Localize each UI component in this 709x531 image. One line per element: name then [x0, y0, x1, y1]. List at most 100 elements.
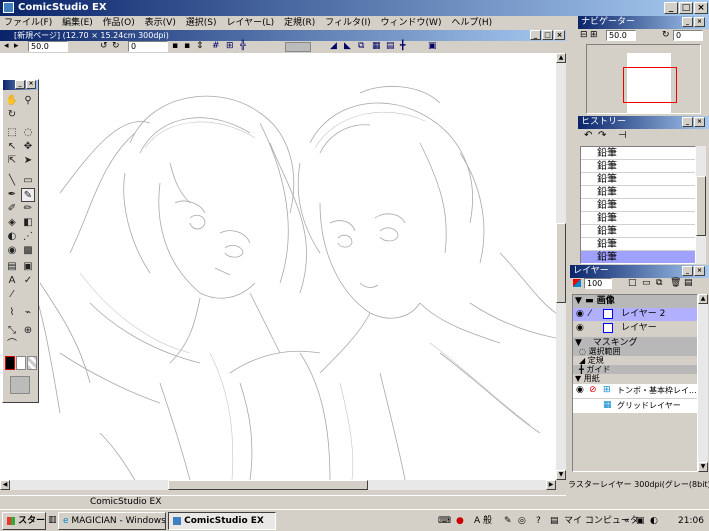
menu-work[interactable]: 作品(O) — [103, 18, 135, 28]
taskbar-item-magician[interactable]: e MAGICIAN - Windows In... — [58, 512, 166, 530]
snap-grid-icon[interactable]: ▦ — [372, 41, 381, 51]
history-item[interactable]: 鉛筆 — [581, 173, 695, 186]
scroll-right-button[interactable]: ▶ — [546, 480, 556, 490]
zoom-out-icon[interactable]: ◂ — [4, 41, 9, 51]
new-layer-icon[interactable]: □ — [628, 278, 637, 288]
blur-tool-icon[interactable]: ⋰ — [21, 230, 35, 244]
layer-row-grid[interactable]: ▦ グリッドレイヤー — [573, 399, 697, 413]
history-item[interactable]: 鉛筆 — [581, 225, 695, 238]
navigator-rotation-input[interactable]: 0 — [673, 30, 703, 41]
background-color-swatch[interactable] — [16, 356, 26, 370]
doc-close-button[interactable]: × — [554, 30, 565, 40]
ime-mode[interactable]: A 般 — [474, 513, 492, 529]
history-item[interactable]: 鉛筆 — [581, 199, 695, 212]
maximize-button[interactable]: □ — [679, 2, 693, 14]
layer-group-paper[interactable]: ▼ 用紙 — [573, 374, 697, 384]
ime-tools-icon[interactable]: ✎ — [504, 513, 512, 529]
scroll-up-button[interactable]: ▲ — [556, 53, 566, 63]
grid-icon[interactable]: # — [212, 41, 220, 51]
menu-select[interactable]: 選択(S) — [186, 18, 217, 28]
snap-ruler-icon[interactable]: ⧉ — [358, 41, 364, 51]
menu-filter[interactable]: フィルタ(I) — [325, 18, 371, 28]
navigator-preview[interactable] — [586, 44, 701, 114]
menu-edit[interactable]: 編集(E) — [62, 18, 93, 28]
collapse-icon[interactable]: ▼ — [573, 374, 581, 383]
vertical-scrollbar[interactable]: ▲ ▼ — [556, 53, 566, 480]
show-desktop-icon[interactable]: ▥ — [48, 515, 57, 525]
visibility-icon[interactable]: ◉ — [576, 384, 584, 397]
speech-tool-icon[interactable]: ✓ — [21, 274, 35, 288]
center-icon[interactable]: ▪ — [184, 41, 190, 51]
marker-tool-icon[interactable]: ✏ — [21, 202, 35, 216]
menu-layer[interactable]: レイヤー(L) — [226, 18, 274, 28]
perspective-tool-icon[interactable]: ⊕ — [21, 324, 35, 338]
flip-icon[interactable]: ⇕ — [196, 41, 204, 51]
history-close[interactable]: × — [694, 117, 705, 127]
layer-row-selection[interactable]: ◌ 選択範囲 — [573, 347, 697, 356]
tombo-icon[interactable]: ╋ — [400, 41, 405, 51]
history-scrollbar[interactable] — [696, 146, 706, 264]
frame-tool-icon[interactable]: ▣ — [21, 260, 35, 274]
nav-rotate-icon[interactable]: ↻ — [662, 30, 670, 40]
history-scroll-thumb[interactable] — [696, 176, 706, 236]
layer-group-image[interactable]: ▼ ▬ 画像 — [573, 295, 697, 308]
perspective-icon[interactable]: ◣ — [344, 41, 351, 51]
collapse-icon[interactable]: ▼ — [573, 296, 582, 306]
ruler-icon[interactable]: ◢ — [330, 41, 337, 51]
layer-scrollbar[interactable]: ▲ ▼ — [698, 294, 708, 472]
history-item-selected[interactable]: 鉛筆 — [581, 251, 695, 263]
layer-min[interactable]: _ — [682, 266, 693, 276]
navigator-min[interactable]: _ — [682, 17, 693, 27]
layer-row-tombo[interactable]: ◉ ⊘ ⊞ トンボ・基本枠レイ... — [573, 384, 697, 398]
line-tool-icon[interactable]: ╲ — [5, 174, 19, 188]
ruler-tool-icon[interactable]: ⤡ — [5, 324, 19, 338]
pointer-icon[interactable]: ➤ — [21, 154, 35, 168]
vertical-scroll-thumb[interactable] — [556, 223, 566, 303]
new-folder-icon[interactable]: ▭ — [642, 278, 651, 288]
menu-file[interactable]: ファイル(F) — [4, 18, 52, 28]
panel-tool-icon[interactable]: ▤ — [5, 260, 19, 274]
canvas-area[interactable] — [0, 53, 556, 480]
history-item[interactable]: 鉛筆 — [581, 238, 695, 251]
layer-row-guide[interactable]: ╋ ガイド — [573, 365, 697, 374]
network-icon[interactable]: ▣ — [636, 513, 645, 529]
pencil-tool-icon[interactable]: ✎ — [21, 188, 35, 202]
ime-settings-icon[interactable]: ◎ — [518, 513, 526, 529]
speed-line-icon[interactable]: ⌁ — [21, 306, 35, 320]
fit-icon[interactable]: ▪ — [172, 41, 178, 51]
layer-row-ruler[interactable]: ◢ 定規 — [573, 356, 697, 365]
expand-tray-icon[interactable]: « — [624, 513, 630, 529]
history-action-icon[interactable]: ⊣ — [618, 130, 627, 141]
zoom-tool-icon[interactable]: ⚲ — [21, 94, 35, 108]
minimize-button[interactable]: _ — [664, 2, 678, 14]
brush-tool-icon[interactable]: ✐ — [5, 202, 19, 216]
rotation-input[interactable]: 0 — [128, 41, 168, 52]
copy-layer-icon[interactable]: ⧉ — [656, 278, 662, 288]
redo-icon[interactable]: ↷ — [598, 130, 606, 141]
navigator-zoom-input[interactable]: 50.0 — [606, 30, 636, 41]
snap-icon[interactable]: ⊞ — [226, 41, 234, 51]
stamp-tool-icon[interactable]: ◧ — [21, 216, 35, 230]
layer-close[interactable]: × — [694, 266, 705, 276]
horizontal-scroll-thumb[interactable] — [168, 480, 368, 490]
scroll-down-button[interactable]: ▼ — [556, 470, 566, 480]
rotate-left-icon[interactable]: ↺ — [100, 41, 108, 51]
horizontal-scrollbar[interactable]: ◀ ▶ — [0, 480, 556, 490]
layer-row-layer1[interactable]: ◉ レイヤー — [573, 322, 697, 335]
start-button[interactable]: スタート — [2, 512, 46, 530]
rect-tool-icon[interactable]: ▭ — [21, 174, 35, 188]
scroll-left-button[interactable]: ◀ — [0, 480, 10, 490]
move-tool-icon[interactable]: ✥ — [21, 140, 35, 154]
object-select-icon[interactable]: ⇱ — [5, 154, 19, 168]
layer-opacity-input[interactable]: 100 — [584, 278, 612, 289]
eraser-icon[interactable]: ◈ — [5, 216, 19, 230]
volume-icon[interactable]: ◐ — [650, 513, 658, 529]
history-item[interactable]: 鉛筆 — [581, 186, 695, 199]
layer-scroll-up[interactable]: ▲ — [698, 294, 708, 304]
tool-palette-min[interactable]: _ — [15, 80, 25, 89]
zoom-in-icon[interactable]: ▸ — [14, 41, 19, 51]
ime-toolbar-icon[interactable]: ⌨ — [438, 513, 451, 529]
rect-select-icon[interactable]: ⬚ — [5, 126, 19, 140]
magic-wand-icon[interactable]: ↖ — [5, 140, 19, 154]
menu-ruler[interactable]: 定規(R) — [284, 18, 315, 28]
